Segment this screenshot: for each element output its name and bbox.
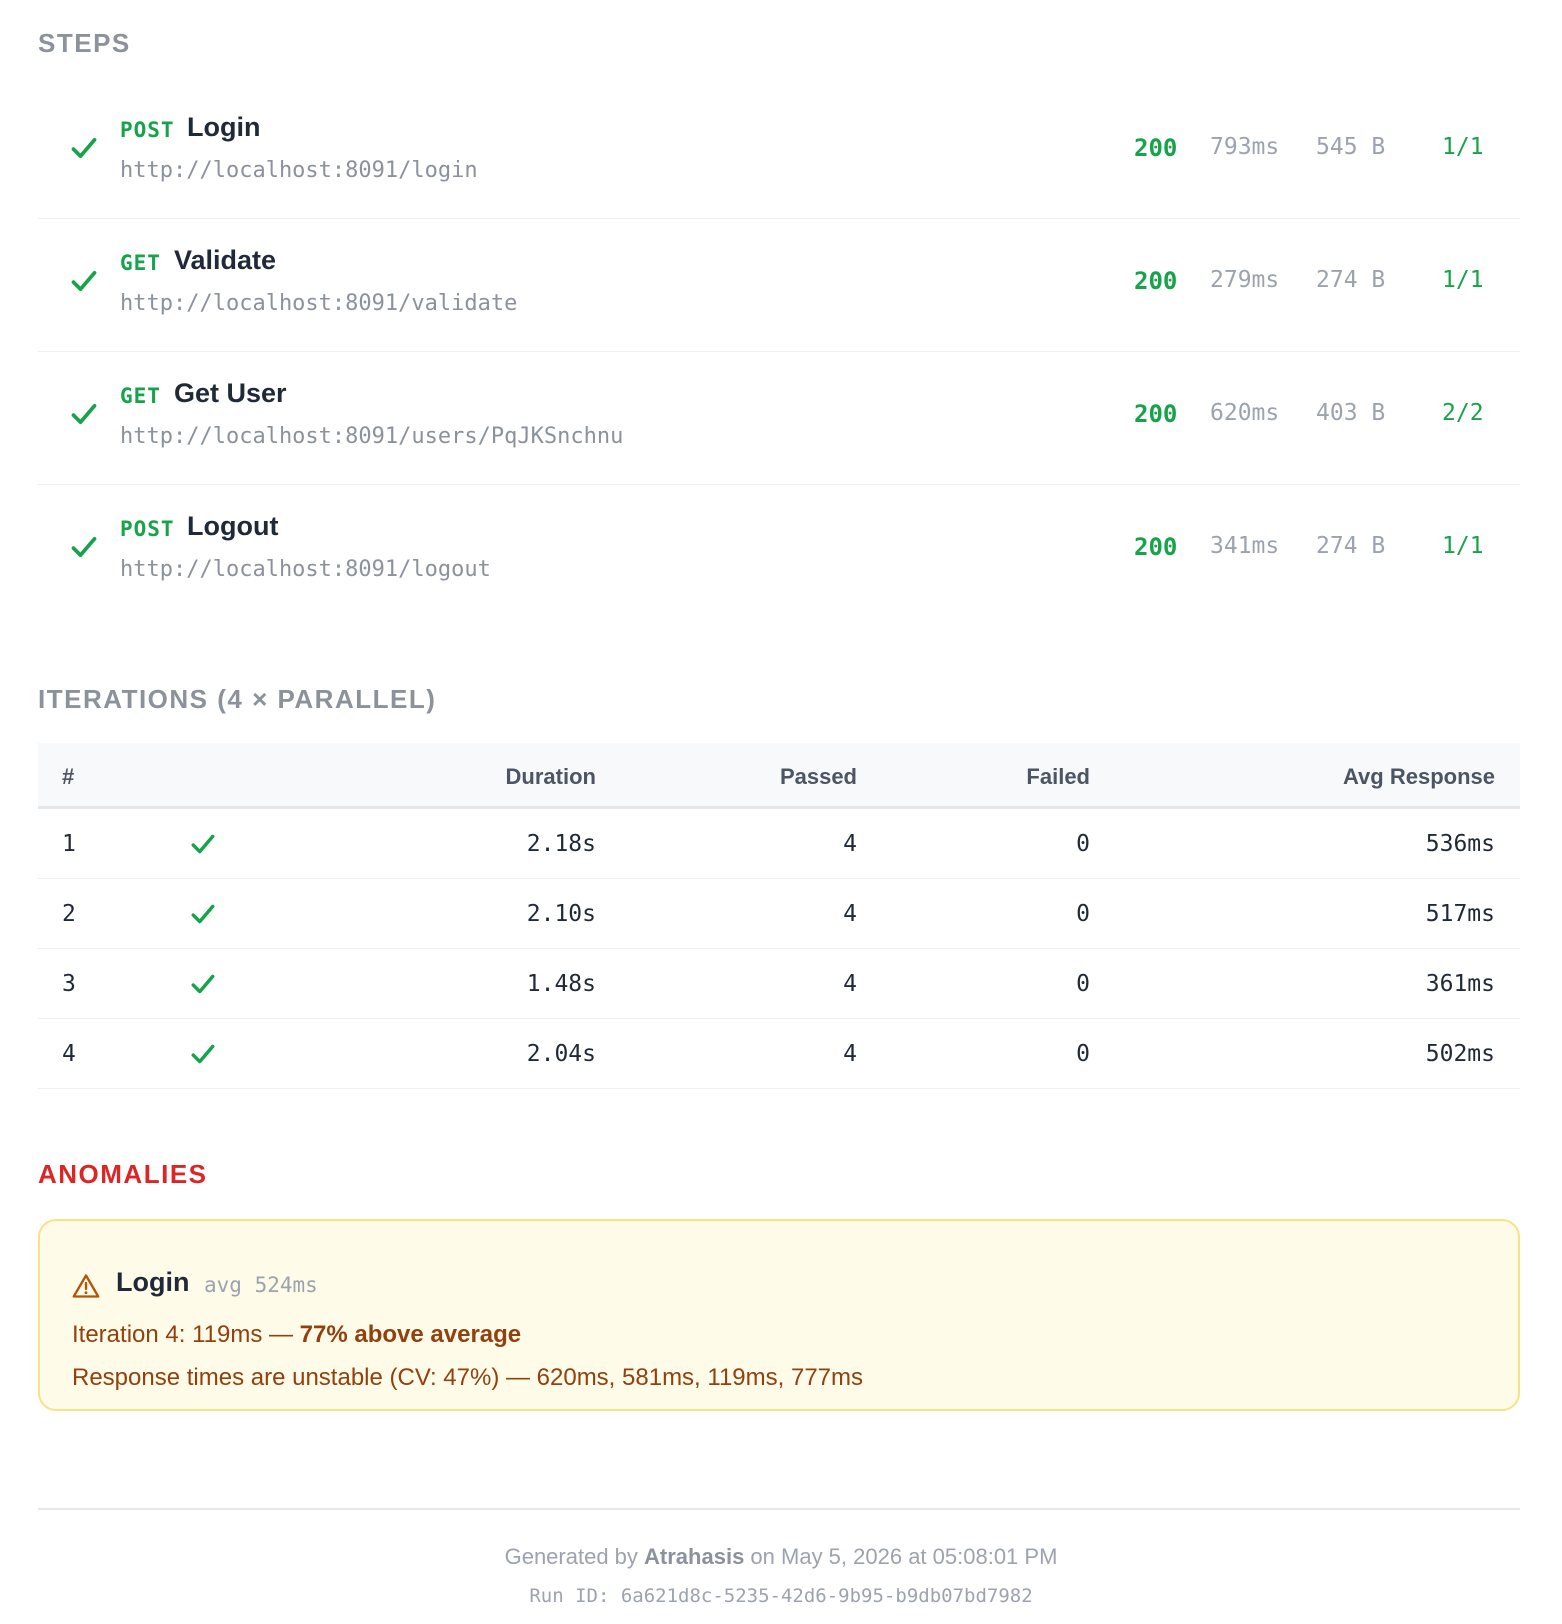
anomaly-outlier-prefix: Iteration 4: 119ms — — [72, 1321, 300, 1348]
run-id: Run ID: 6a621d8c-5235-42d6-9b95-b9db07bd… — [529, 1585, 1033, 1607]
response-time: 620ms — [1210, 400, 1280, 426]
iteration-avg-response: 361ms — [1425, 971, 1495, 997]
response-time: 341ms — [1210, 533, 1280, 559]
step-url: http://localhost:8091/login — [120, 158, 478, 183]
http-method: POST — [120, 517, 175, 541]
table-header: # Duration Passed Failed Avg Response — [38, 743, 1520, 809]
step-url: http://localhost:8091/users/PqJKSnchnu — [120, 424, 624, 449]
step-row[interactable]: POST Login http://localhost:8091/login 2… — [38, 86, 1520, 219]
check-icon — [191, 974, 215, 994]
http-method: GET — [120, 384, 161, 408]
iteration-failed: 0 — [1076, 971, 1090, 997]
table-row[interactable]: 2 2.10s 4 0 517ms — [38, 879, 1520, 949]
iteration-passed: 4 — [843, 831, 857, 857]
iteration-avg-response: 517ms — [1425, 901, 1495, 927]
iteration-passed: 4 — [843, 1041, 857, 1067]
check-icon — [71, 270, 97, 292]
iterations-heading: ITERATIONS (4 × PARALLEL) — [38, 684, 437, 714]
iteration-number: 1 — [62, 831, 76, 857]
iteration-duration: 2.04s — [526, 1041, 596, 1067]
step-url: http://localhost:8091/logout — [120, 557, 491, 582]
step-url: http://localhost:8091/validate — [120, 291, 518, 316]
step-row[interactable]: GET Get User http://localhost:8091/users… — [38, 352, 1520, 485]
check-icon — [71, 403, 97, 425]
step-name: Login — [187, 112, 261, 142]
iteration-number: 3 — [62, 971, 76, 997]
check-icon — [191, 834, 215, 854]
pass-ratio: 1/1 — [1442, 533, 1484, 559]
table-row[interactable]: 1 2.18s 4 0 536ms — [38, 809, 1520, 879]
anomaly-outlier-emphasis: 77% above average — [299, 1321, 522, 1348]
response-size: 274 B — [1316, 267, 1386, 293]
iteration-duration: 1.48s — [526, 971, 596, 997]
generator-name: Atrahasis — [644, 1544, 745, 1569]
iteration-failed: 0 — [1076, 1041, 1090, 1067]
iteration-duration: 2.18s — [526, 831, 596, 857]
check-icon — [191, 1044, 215, 1064]
anomaly-unstable-text: Response times are unstable (CV: 47%) — … — [72, 1364, 864, 1391]
pass-ratio: 1/1 — [1442, 134, 1484, 160]
status-code: 200 — [1134, 267, 1178, 295]
status-code: 200 — [1134, 400, 1178, 428]
iteration-passed: 4 — [843, 971, 857, 997]
iteration-passed: 4 — [843, 901, 857, 927]
step-name: Get User — [174, 378, 287, 408]
iteration-avg-response: 536ms — [1425, 831, 1495, 857]
header-failed[interactable]: Failed — [1026, 764, 1090, 790]
iteration-duration: 2.10s — [526, 901, 596, 927]
header-duration[interactable]: Duration — [506, 764, 596, 790]
footer-timestamp: on May 5, 2026 at 05:08:01 PM — [744, 1544, 1058, 1569]
warning-icon — [72, 1274, 100, 1298]
step-name: Validate — [174, 245, 277, 275]
response-size: 403 B — [1316, 400, 1386, 426]
header-num[interactable]: # — [62, 764, 74, 790]
check-icon — [71, 536, 97, 558]
response-size: 545 B — [1316, 134, 1386, 160]
anomaly-avg: avg 524ms — [204, 1273, 318, 1297]
header-passed[interactable]: Passed — [780, 764, 857, 790]
header-avg-response[interactable]: Avg Response — [1343, 764, 1495, 790]
iteration-number: 4 — [62, 1041, 76, 1067]
response-time: 793ms — [1210, 134, 1280, 160]
iteration-number: 2 — [62, 901, 76, 927]
footer-prefix: Generated by — [504, 1544, 645, 1569]
status-code: 200 — [1134, 533, 1178, 561]
anomalies-heading: ANOMALIES — [38, 1159, 208, 1189]
iteration-failed: 0 — [1076, 831, 1090, 857]
anomaly-card: Login avg 524ms Iteration 4: 119ms — 77%… — [38, 1219, 1520, 1411]
response-size: 274 B — [1316, 533, 1386, 559]
footer-generated: Generated by Atrahasis on May 5, 2026 at… — [0, 1544, 1562, 1570]
table-row[interactable]: 4 2.04s 4 0 502ms — [38, 1019, 1520, 1089]
pass-ratio: 1/1 — [1442, 267, 1484, 293]
http-method: POST — [120, 118, 175, 142]
step-row[interactable]: GET Validate http://localhost:8091/valid… — [38, 219, 1520, 352]
status-code: 200 — [1134, 134, 1178, 162]
http-method: GET — [120, 251, 161, 275]
step-name: Logout — [187, 511, 279, 541]
iteration-avg-response: 502ms — [1425, 1041, 1495, 1067]
iterations-table: # Duration Passed Failed Avg Response 1 … — [38, 743, 1520, 1089]
pass-ratio: 2/2 — [1442, 400, 1484, 426]
check-icon — [71, 137, 97, 159]
check-icon — [191, 904, 215, 924]
step-row[interactable]: POST Logout http://localhost:8091/logout… — [38, 485, 1520, 618]
anomaly-outlier-text: Iteration 4: 119ms — 77% above average — [72, 1321, 521, 1349]
footer-divider — [38, 1508, 1520, 1510]
table-row[interactable]: 3 1.48s 4 0 361ms — [38, 949, 1520, 1019]
response-time: 279ms — [1210, 267, 1280, 293]
anomaly-step-name: Login — [116, 1267, 190, 1297]
iteration-failed: 0 — [1076, 901, 1090, 927]
steps-list: POST Login http://localhost:8091/login 2… — [38, 86, 1520, 618]
steps-heading: STEPS — [38, 28, 131, 58]
